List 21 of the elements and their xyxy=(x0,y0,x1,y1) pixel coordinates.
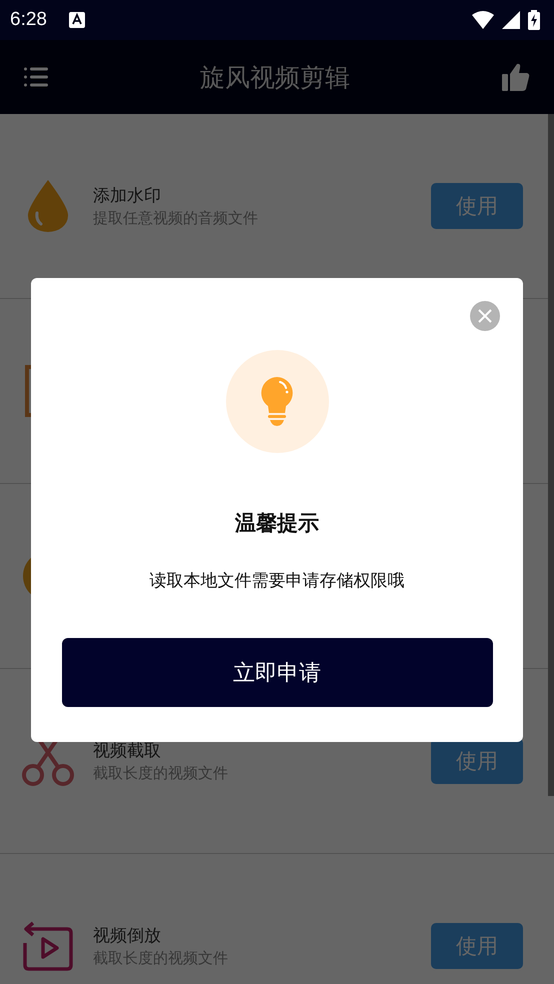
menu-icon[interactable] xyxy=(24,67,48,87)
close-button[interactable] xyxy=(470,301,500,331)
lightbulb-icon xyxy=(260,376,294,426)
close-icon xyxy=(478,309,492,323)
replay-video-icon xyxy=(22,921,74,971)
feature-title: 视频截取 xyxy=(93,740,162,762)
use-button[interactable]: 使用 xyxy=(431,183,523,229)
signal-icon xyxy=(502,11,520,29)
battery-icon xyxy=(528,10,540,30)
app-title: 旋风视频剪辑 xyxy=(200,62,350,94)
apply-button[interactable]: 立即申请 xyxy=(62,638,492,707)
dialog-message: 读取本地文件需要申请存储权限哦 xyxy=(150,570,404,592)
notification-icon xyxy=(68,12,85,28)
feature-title: 视频倒放 xyxy=(93,925,162,947)
use-button[interactable]: 使用 xyxy=(431,738,523,784)
wifi-icon xyxy=(472,11,494,29)
dialog-title: 温馨提示 xyxy=(235,510,319,537)
use-button[interactable]: 使用 xyxy=(431,923,523,969)
feature-title: 添加水印 xyxy=(93,185,162,207)
thumbs-up-icon[interactable] xyxy=(502,62,530,92)
status-time: 6:28 xyxy=(10,9,47,31)
